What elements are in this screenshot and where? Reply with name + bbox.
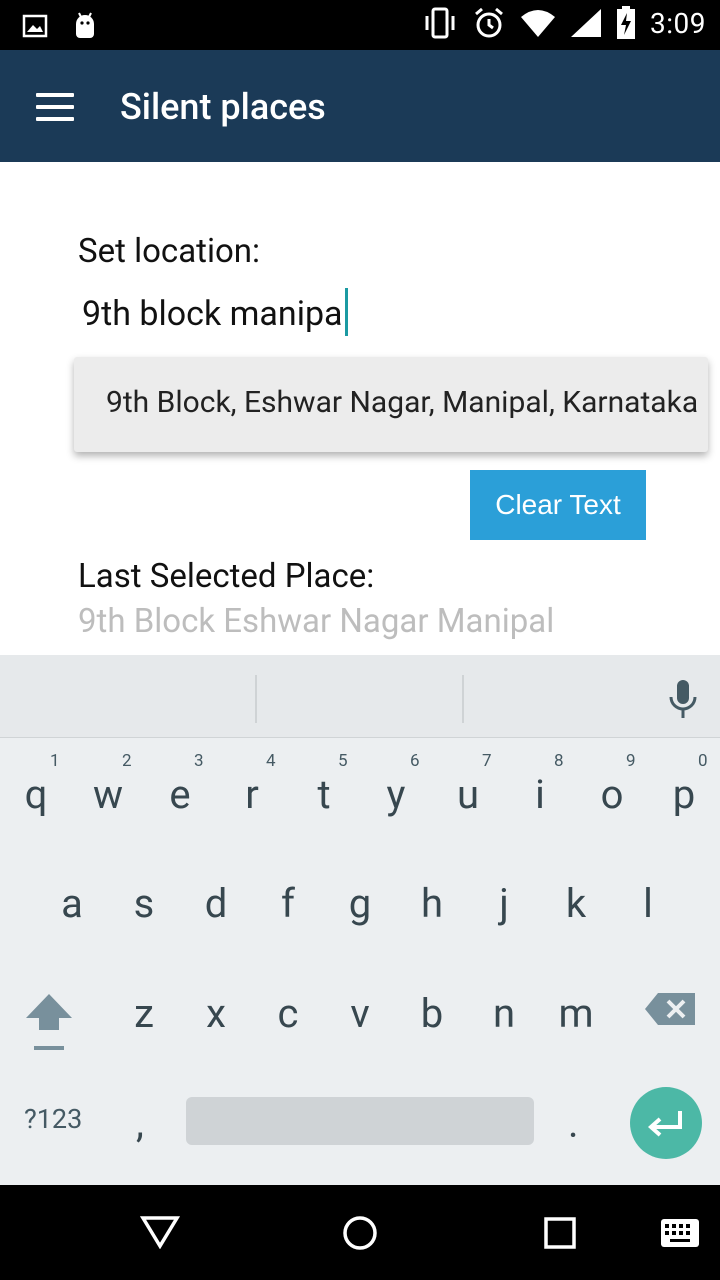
text-cursor — [344, 288, 348, 336]
key-n[interactable]: n — [468, 990, 540, 1037]
location-input[interactable]: 9th block manipa — [82, 288, 348, 340]
key-a[interactable]: a — [36, 880, 108, 927]
key-hint-2: 2 — [122, 751, 132, 771]
battery-charging-icon — [617, 6, 635, 39]
android-debug-icon — [76, 12, 94, 38]
key-d[interactable]: d — [180, 880, 252, 927]
key-s[interactable]: s — [108, 880, 180, 927]
key-p[interactable]: p — [648, 771, 720, 818]
key-b[interactable]: b — [396, 990, 468, 1037]
key-v[interactable]: v — [324, 990, 396, 1037]
enter-key[interactable] — [630, 1087, 702, 1159]
key-hint-4: 4 — [266, 751, 276, 771]
strip-divider — [462, 675, 464, 723]
backspace-icon[interactable] — [644, 992, 696, 1026]
key-o[interactable]: o — [576, 771, 648, 818]
location-input-value: 9th block manipa — [82, 293, 343, 334]
autocomplete-dropdown: 9th Block, Eshwar Nagar, Manipal, Karnat… — [74, 357, 708, 452]
hamburger-menu-icon[interactable] — [36, 93, 74, 121]
soft-keyboard: q1w2e3r4t5y6u7i8o9p0 asdfghjkl zxcvbnm ?… — [0, 655, 720, 1185]
key-m[interactable]: m — [540, 990, 612, 1037]
suggestion-item[interactable]: 9th Block, Eshwar Nagar, Manipal, Karnat… — [106, 385, 698, 420]
clear-text-button[interactable]: Clear Text — [470, 470, 646, 540]
image-notification-icon — [22, 14, 48, 38]
key-hint-5: 5 — [338, 751, 348, 771]
key-c[interactable]: c — [252, 990, 324, 1037]
symbols-key[interactable]: ?123 — [24, 1103, 82, 1135]
enter-icon — [647, 1111, 682, 1137]
wifi-icon — [521, 10, 555, 37]
key-h[interactable]: h — [396, 880, 468, 927]
comma-key[interactable]: , — [136, 1100, 144, 1147]
recents-icon[interactable] — [543, 1216, 577, 1250]
strip-divider — [255, 675, 257, 723]
key-i[interactable]: i — [504, 771, 576, 818]
key-e[interactable]: e — [144, 771, 216, 818]
key-hint-3: 3 — [194, 751, 204, 771]
period-key[interactable]: . — [568, 1100, 579, 1147]
key-f[interactable]: f — [252, 880, 324, 927]
home-icon[interactable] — [342, 1215, 378, 1251]
space-bar[interactable] — [186, 1097, 534, 1145]
shift-icon[interactable] — [24, 992, 74, 1052]
app-bar: Silent places — [0, 50, 720, 162]
key-u[interactable]: u — [432, 771, 504, 818]
key-hint-1: 1 — [50, 751, 60, 771]
app-title: Silent places — [120, 86, 326, 128]
navigation-bar — [0, 1185, 720, 1280]
mic-icon[interactable] — [668, 679, 698, 719]
key-hint-9: 9 — [626, 751, 636, 771]
last-selected-value: 9th Block Eshwar Nagar Manipal — [78, 602, 555, 641]
keyboard-suggestion-strip — [0, 655, 720, 738]
last-selected-label: Last Selected Place: — [78, 557, 375, 596]
key-hint-8: 8 — [554, 751, 564, 771]
status-bar: 3:09 — [0, 0, 720, 50]
main-content: Set location: 9th block manipa 9th Block… — [0, 162, 720, 655]
key-g[interactable]: g — [324, 880, 396, 927]
key-hint-7: 7 — [482, 751, 492, 771]
back-icon[interactable] — [140, 1215, 180, 1249]
key-l[interactable]: l — [612, 880, 684, 927]
set-location-label: Set location: — [78, 232, 260, 271]
key-z[interactable]: z — [108, 990, 180, 1037]
key-hint-0: 0 — [698, 751, 708, 771]
key-y[interactable]: y — [360, 771, 432, 818]
key-j[interactable]: j — [468, 880, 540, 927]
key-x[interactable]: x — [180, 990, 252, 1037]
status-time: 3:09 — [650, 6, 706, 40]
key-t[interactable]: t — [288, 771, 360, 818]
key-r[interactable]: r — [216, 771, 288, 818]
keyboard-switch-icon[interactable] — [660, 1218, 700, 1248]
alarm-icon — [475, 7, 503, 38]
key-q[interactable]: q — [0, 771, 72, 818]
key-hint-6: 6 — [410, 751, 420, 771]
key-k[interactable]: k — [540, 880, 612, 927]
vibrate-icon — [425, 7, 455, 39]
signal-icon — [571, 9, 601, 37]
key-w[interactable]: w — [72, 771, 144, 818]
